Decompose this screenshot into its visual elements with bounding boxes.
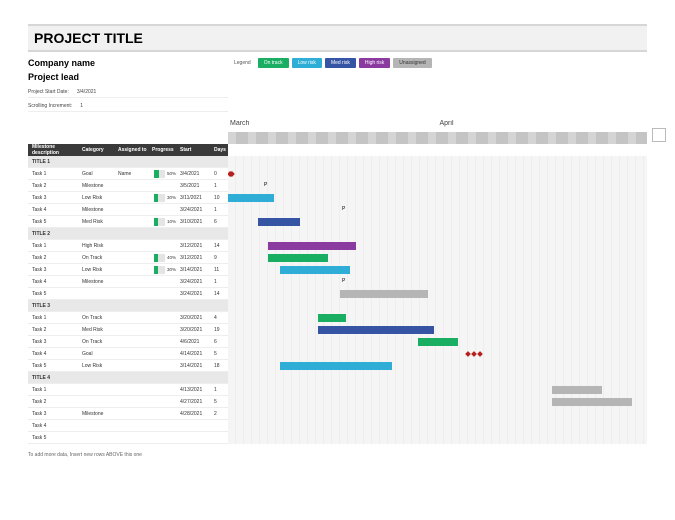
col-progress: Progress [148, 147, 176, 153]
side-box [652, 128, 666, 142]
gantt-bar[interactable] [552, 386, 602, 394]
table-row[interactable]: Task 2On Track40%3/12/20219 [28, 252, 228, 264]
scroll-label: Scrolling Increment: [28, 103, 72, 109]
gantt-bar[interactable] [268, 242, 356, 250]
gantt-bar[interactable] [318, 326, 434, 334]
legend-medrisk: Med risk [325, 58, 356, 68]
scroll-value: 1 [80, 103, 83, 109]
legend-highrisk: High risk [359, 58, 390, 68]
meta-panel: Company name Project lead Project Start … [28, 58, 228, 114]
table-row[interactable]: Task 2Med Risk3/20/202119 [28, 324, 228, 336]
table-row[interactable]: TITLE 2 [28, 228, 228, 240]
gantt-bar[interactable] [340, 290, 428, 298]
table-row[interactable]: Task 3Milestone4/28/20212 [28, 408, 228, 420]
goal-marker [471, 351, 477, 357]
table-row[interactable]: Task 1On Track3/20/20214 [28, 312, 228, 324]
title-bar: PROJECT TITLE [28, 24, 647, 52]
milestone-marker: P [342, 278, 345, 284]
table-row[interactable]: Task 4Milestone3/24/20211 [28, 204, 228, 216]
col-start: Start [176, 147, 210, 153]
gantt-bar[interactable] [268, 254, 328, 262]
gantt-bar[interactable] [318, 314, 346, 322]
table-row[interactable]: Task 14/13/20211 [28, 384, 228, 396]
table-row[interactable]: Task 3On Track4/6/20216 [28, 336, 228, 348]
legend-ontrack: On track [258, 58, 289, 68]
column-header: Milestone description Category Assigned … [28, 144, 228, 156]
timeline-body: P P P [228, 156, 647, 444]
col-assigned: Assigned to [114, 147, 148, 153]
start-date-value: 3/4/2021 [77, 89, 96, 95]
table-row[interactable]: Task 1GoalName50%3/4/20210 [28, 168, 228, 180]
month-2: April [438, 120, 648, 132]
legend: Legend On track Low risk Med risk High r… [234, 58, 432, 68]
legend-label: Legend [234, 60, 251, 66]
table-row[interactable]: TITLE 4 [28, 372, 228, 384]
milestone-marker: P [342, 206, 345, 212]
task-grid[interactable]: Milestone description Category Assigned … [28, 120, 228, 444]
table-row[interactable]: Task 3Low Risk30%3/11/202110 [28, 192, 228, 204]
col-category: Category [78, 147, 114, 153]
start-date-label: Project Start Date: [28, 89, 69, 95]
gantt-bar[interactable] [418, 338, 458, 346]
table-row[interactable]: TITLE 1 [28, 156, 228, 168]
gantt-bar[interactable] [552, 398, 632, 406]
project-lead: Project lead [28, 72, 228, 82]
company-name: Company name [28, 58, 228, 68]
col-desc: Milestone description [28, 144, 78, 156]
table-row[interactable]: Task 4 [28, 420, 228, 432]
legend-lowrisk: Low risk [292, 58, 322, 68]
goal-marker [465, 351, 471, 357]
timeline[interactable]: March April P P P [228, 120, 647, 444]
table-row[interactable]: Task 1High Risk3/12/202114 [28, 240, 228, 252]
table-row[interactable]: Task 24/27/20215 [28, 396, 228, 408]
table-row[interactable]: Task 5 [28, 432, 228, 444]
month-1: March [228, 120, 438, 132]
table-row[interactable]: Task 3Low Risk30%3/14/202111 [28, 264, 228, 276]
page-title: PROJECT TITLE [34, 30, 641, 46]
goal-marker [477, 351, 483, 357]
day-scale [228, 132, 647, 144]
table-row[interactable]: Task 2Milestone3/5/20211 [28, 180, 228, 192]
gantt-bar[interactable] [280, 362, 392, 370]
footer-note: To add more data, Insert new rows ABOVE … [28, 452, 647, 459]
table-row[interactable]: Task 5Med Risk10%3/10/20216 [28, 216, 228, 228]
milestone-marker: P [264, 182, 267, 188]
gantt-bar[interactable] [228, 194, 274, 202]
table-row[interactable]: Task 53/24/202114 [28, 288, 228, 300]
gantt-bar[interactable] [280, 266, 350, 274]
table-row[interactable]: Task 4Goal4/14/20215 [28, 348, 228, 360]
gantt-bar[interactable] [258, 218, 300, 226]
col-days: Days [210, 147, 228, 153]
legend-unassigned: Unassigned [393, 58, 431, 68]
table-row[interactable]: Task 5Low Risk3/14/202118 [28, 360, 228, 372]
table-row[interactable]: Task 4Milestone3/24/20211 [28, 276, 228, 288]
table-row[interactable]: TITLE 3 [28, 300, 228, 312]
